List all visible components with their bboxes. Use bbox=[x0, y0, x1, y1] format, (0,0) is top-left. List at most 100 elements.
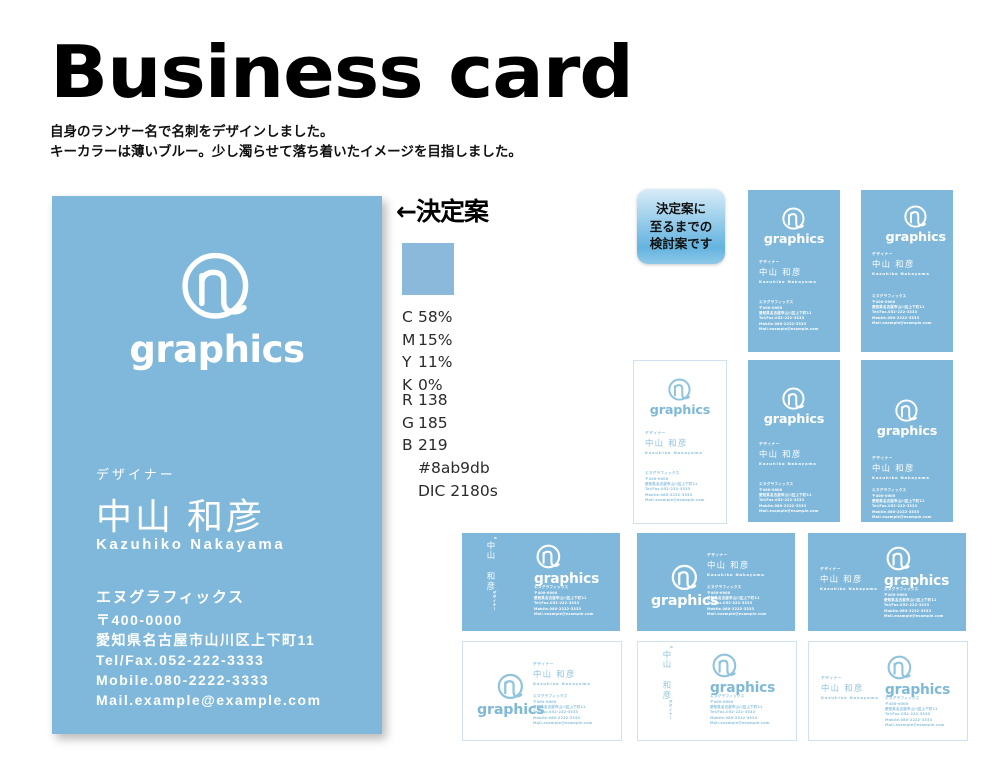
variant-role: デザイナー bbox=[759, 442, 780, 446]
variant-role: デザイナー bbox=[707, 553, 728, 557]
variant-name: 中山 和彦 bbox=[759, 449, 802, 459]
note-line-2: 至るまでの bbox=[649, 218, 713, 234]
variant-romaji: Kazuhiko Nakayama bbox=[872, 271, 930, 276]
spec-row: R 138 bbox=[402, 389, 498, 412]
spec-row: M 15% bbox=[402, 329, 452, 352]
variant-name-block-vertical: デザイナー中山 和彦Kazuhiko Nakayama bbox=[484, 533, 498, 611]
circle-n-logo-icon bbox=[182, 252, 249, 319]
variant-romaji: Kazuhiko Nakayama bbox=[707, 572, 765, 577]
variant-role: デザイナー bbox=[669, 700, 673, 720]
variant-role: デザイナー bbox=[872, 252, 893, 256]
variant-mail: Mail.example@example.com bbox=[872, 320, 932, 325]
card-address: 愛知県名古屋市山川区上下町11 bbox=[96, 631, 316, 648]
variant-name-block-vertical: デザイナー中山 和彦Kazuhiko Nakayama bbox=[660, 642, 674, 720]
variant-address-block: エヌグラフィックス 〒400-0000 愛知県名古屋市山川区上下町11 Tel/Fax… bbox=[759, 300, 819, 332]
variant-card-v6: デザイナー中山 和彦Kazuhiko Nakayama graphicsエヌグラフ… bbox=[462, 533, 620, 631]
variant-wordmark: graphics bbox=[763, 412, 825, 428]
variant-address-block: エヌグラフィックス 〒400-0000 愛知県名古屋市山川区上下町11 Tel/Fax… bbox=[710, 694, 770, 726]
spec-value: DIC 2180s bbox=[418, 481, 498, 500]
variant-address-block: エヌグラフィックス 〒400-0000 愛知県名古屋市山川区上下町11 Tel/Fax… bbox=[759, 482, 819, 514]
variant-mail: Mail.example@example.com bbox=[710, 720, 770, 725]
circle-n-logo-icon bbox=[886, 546, 911, 571]
cmyk-spec-list: C 58% M 15% Y 11% K 0% bbox=[402, 306, 452, 397]
page-title: Business card bbox=[50, 30, 634, 114]
variant-name-block: デザイナー 中山 和彦 Kazuhiko Nakayama bbox=[759, 260, 817, 284]
spec-key: G bbox=[402, 413, 415, 432]
spec-row: Y 11% bbox=[402, 351, 452, 374]
card-company: エヌグラフィックス bbox=[96, 589, 245, 606]
spec-value: 15% bbox=[418, 330, 453, 349]
rgb-spec-list: R 138 G 185 B 219 #8ab9db DIC 2180s bbox=[402, 389, 498, 502]
circle-n-logo-icon bbox=[497, 673, 523, 700]
subtitle-line-1: 自身のランサー名で名刺をデザインしました。 bbox=[50, 124, 334, 140]
variant-logo-lockup: graphics bbox=[634, 377, 726, 418]
variant-romaji: Kazuhiko Nakayama bbox=[759, 461, 817, 466]
spec-key: C bbox=[402, 308, 413, 326]
variant-card-v3: graphics デザイナー 中山 和彦 Kazuhiko Nakayama エヌグラフ… bbox=[633, 360, 727, 524]
variant-name-block: デザイナー中山 和彦 Kazuhiko Nakayama bbox=[645, 431, 703, 455]
variant-card-v2: graphics デザイナー 中山 和彦 Kazuhiko Nakayama エヌグラフ… bbox=[861, 190, 953, 352]
variant-role: デザイナー bbox=[821, 676, 842, 680]
variant-card-v5: graphics デザイナー 中山 和彦 Kazuhiko Nakayama エヌグラフ… bbox=[861, 360, 953, 522]
variant-logo-lockup: graphics bbox=[748, 206, 840, 247]
variant-romaji: Kazuhiko Nakayama bbox=[820, 586, 878, 591]
variant-name-block: デザイナー 中山 和彦 Kazuhiko Nakayama bbox=[707, 553, 765, 577]
variant-name-block: デザイナー 中山 和彦 Kazuhiko Nakayama bbox=[820, 567, 878, 591]
variant-card-v1: graphics デザイナー 中山 和彦 Kazuhiko Nakayama エヌグラフ… bbox=[748, 190, 840, 352]
circle-n-logo-icon bbox=[904, 205, 927, 228]
variant-name: 中山 和彦 bbox=[662, 649, 672, 700]
variant-role: デザイナー bbox=[872, 456, 893, 460]
decision-heading: ←決定案 bbox=[396, 197, 489, 226]
variant-name-block: デザイナー 中山 和彦 Kazuhiko Nakayama bbox=[821, 676, 879, 700]
variant-address-block: エヌグラフィックス 〒400-0000 愛知県名古屋市山川区上下町11 Tel/Fax… bbox=[534, 585, 594, 617]
spec-row: #8ab9db bbox=[402, 457, 498, 480]
circle-n-logo-icon bbox=[668, 378, 691, 401]
spec-value: 11% bbox=[418, 353, 453, 372]
variant-romaji: Kazuhiko Nakayama bbox=[645, 450, 703, 455]
spec-row: DIC 2180s bbox=[402, 480, 498, 503]
spec-row: C 58% bbox=[402, 306, 452, 329]
variant-name: 中山 和彦 bbox=[821, 683, 864, 693]
spec-value: #8ab9db bbox=[418, 458, 490, 477]
variant-address-block: エヌグラフィックス 〒400-0000 愛知県名古屋市山川区上下町11 Tel/Fax… bbox=[707, 585, 767, 617]
variant-address-block: エヌグラフィックス 〒400-0000 愛知県名古屋市山川区上下町11 Tel/Fax… bbox=[872, 488, 932, 520]
variant-romaji: Kazuhiko Nakayama bbox=[872, 475, 930, 480]
subtitle-line-2: キーカラーは薄いブルー。少し濁らせて落ち着いたイメージを目指しました。 bbox=[50, 144, 522, 160]
variant-role: デザイナー bbox=[493, 591, 497, 611]
variant-mail: Mail.example@example.com bbox=[872, 514, 932, 519]
card-romaji: Kazuhiko Nakayama bbox=[96, 536, 286, 553]
variant-mail: Mail.example@example.com bbox=[884, 613, 944, 618]
variant-wordmark: graphics bbox=[763, 232, 825, 248]
card-logo-lockup: graphics bbox=[52, 248, 382, 371]
variant-name-block: デザイナー中山 和彦 Kazuhiko Nakayama bbox=[759, 442, 817, 466]
card-mobile: Mobile.080-2222-3333 bbox=[96, 671, 270, 688]
card-tel: Tel/Fax.052-222-3333 bbox=[96, 651, 265, 668]
variant-card-v7: graphics デザイナー 中山 和彦 Kazuhiko Nakayama エヌグラフ… bbox=[637, 533, 795, 631]
variants-note-callout: 決定案に 至るまでの 検討案です bbox=[637, 189, 725, 264]
variant-name: 中山 和彦 bbox=[645, 438, 688, 448]
circle-n-logo-icon bbox=[782, 387, 805, 410]
circle-n-logo-icon bbox=[712, 653, 737, 678]
variant-wordmark: graphics bbox=[876, 424, 938, 440]
note-line-3: 検討案です bbox=[649, 236, 713, 252]
variant-romaji: Kazuhiko Nakayama bbox=[759, 279, 817, 284]
variant-name-block: デザイナー 中山 和彦 Kazuhiko Nakayama bbox=[872, 456, 930, 480]
variant-mail: Mail.example@example.com bbox=[533, 720, 593, 725]
variant-name: 中山 和彦 bbox=[759, 267, 802, 277]
variant-romaji: Kazuhiko Nakayama bbox=[669, 642, 674, 650]
variant-logo-lockup: graphics bbox=[710, 652, 775, 696]
variant-name: 中山 和彦 bbox=[820, 574, 863, 584]
main-business-card-preview: graphics デザイナー 中山 和彦 Kazuhiko Nakayama エ… bbox=[52, 196, 382, 734]
variant-romaji: Kazuhiko Nakayama bbox=[493, 533, 498, 541]
variant-card-v11: デザイナー 中山 和彦 Kazuhiko Nakayama graphics エヌグラフ… bbox=[808, 641, 968, 741]
circle-n-logo-icon bbox=[536, 544, 561, 569]
variant-card-v9: graphics デザイナー 中山 和彦 Kazuhiko Nakayama エヌグラフ… bbox=[462, 641, 622, 741]
card-postal: 〒400-0000 bbox=[96, 612, 183, 628]
variant-role: デザイナー bbox=[645, 431, 666, 435]
variant-card-v10: デザイナー中山 和彦Kazuhiko Nakayama graphicsエヌグラフ… bbox=[637, 641, 797, 741]
circle-n-logo-icon bbox=[887, 655, 912, 680]
variant-card-v8: デザイナー 中山 和彦 Kazuhiko Nakayama graphics エヌグラフ… bbox=[808, 533, 966, 631]
variant-mail: Mail.example@example.com bbox=[534, 611, 594, 616]
variant-address-block: エヌグラフィックス 〒400-0000 愛知県名古屋市山川区上下町11 Tel/Fax… bbox=[884, 587, 944, 619]
variant-card-v4: graphics デザイナー中山 和彦 Kazuhiko Nakayama エヌグラフ… bbox=[748, 360, 840, 522]
